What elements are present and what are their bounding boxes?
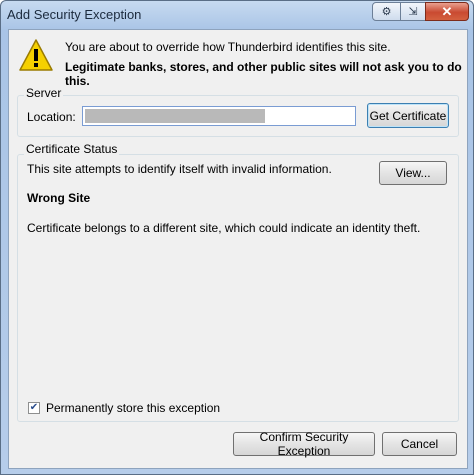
gear-icon: ⚙: [381, 6, 392, 18]
window-title: Add Security Exception: [7, 7, 142, 22]
close-icon: ✕: [441, 3, 453, 19]
minimize-button[interactable]: ⇲: [400, 2, 426, 21]
error-description: Certificate belongs to a different site,…: [27, 221, 421, 235]
view-button[interactable]: View...: [379, 161, 447, 185]
title-bar[interactable]: Add Security Exception ⚙ ⇲ ✕: [1, 1, 473, 27]
warning-emphasis: Legitimate banks, stores, and other publ…: [65, 60, 462, 88]
checkmark-icon: ✔: [29, 402, 39, 413]
get-certificate-button[interactable]: Get Certificate: [367, 103, 449, 128]
minimize-icon: ⇲: [408, 6, 418, 18]
permanent-store-checkbox[interactable]: ✔: [28, 402, 40, 414]
location-redacted-value: [85, 109, 265, 123]
cancel-button[interactable]: Cancel: [382, 432, 457, 456]
close-button[interactable]: ✕: [425, 2, 469, 21]
help-button[interactable]: ⚙: [372, 2, 401, 21]
location-input[interactable]: [82, 106, 356, 126]
warning-message: You are about to override how Thunderbir…: [65, 40, 391, 54]
server-group-label: Server: [24, 86, 64, 100]
warning-icon: [19, 39, 53, 71]
dialog-body: You are about to override how Thunderbir…: [8, 29, 468, 469]
status-message: This site attempts to identify itself wi…: [27, 162, 332, 176]
certificate-status-label: Certificate Status: [24, 142, 120, 156]
error-title: Wrong Site: [27, 191, 91, 205]
location-label: Location:: [27, 110, 76, 124]
confirm-exception-button[interactable]: Confirm Security Exception: [233, 430, 375, 458]
dialog-window: Add Security Exception ⚙ ⇲ ✕ You are abo…: [0, 0, 474, 475]
permanent-store-label[interactable]: Permanently store this exception: [46, 401, 220, 415]
